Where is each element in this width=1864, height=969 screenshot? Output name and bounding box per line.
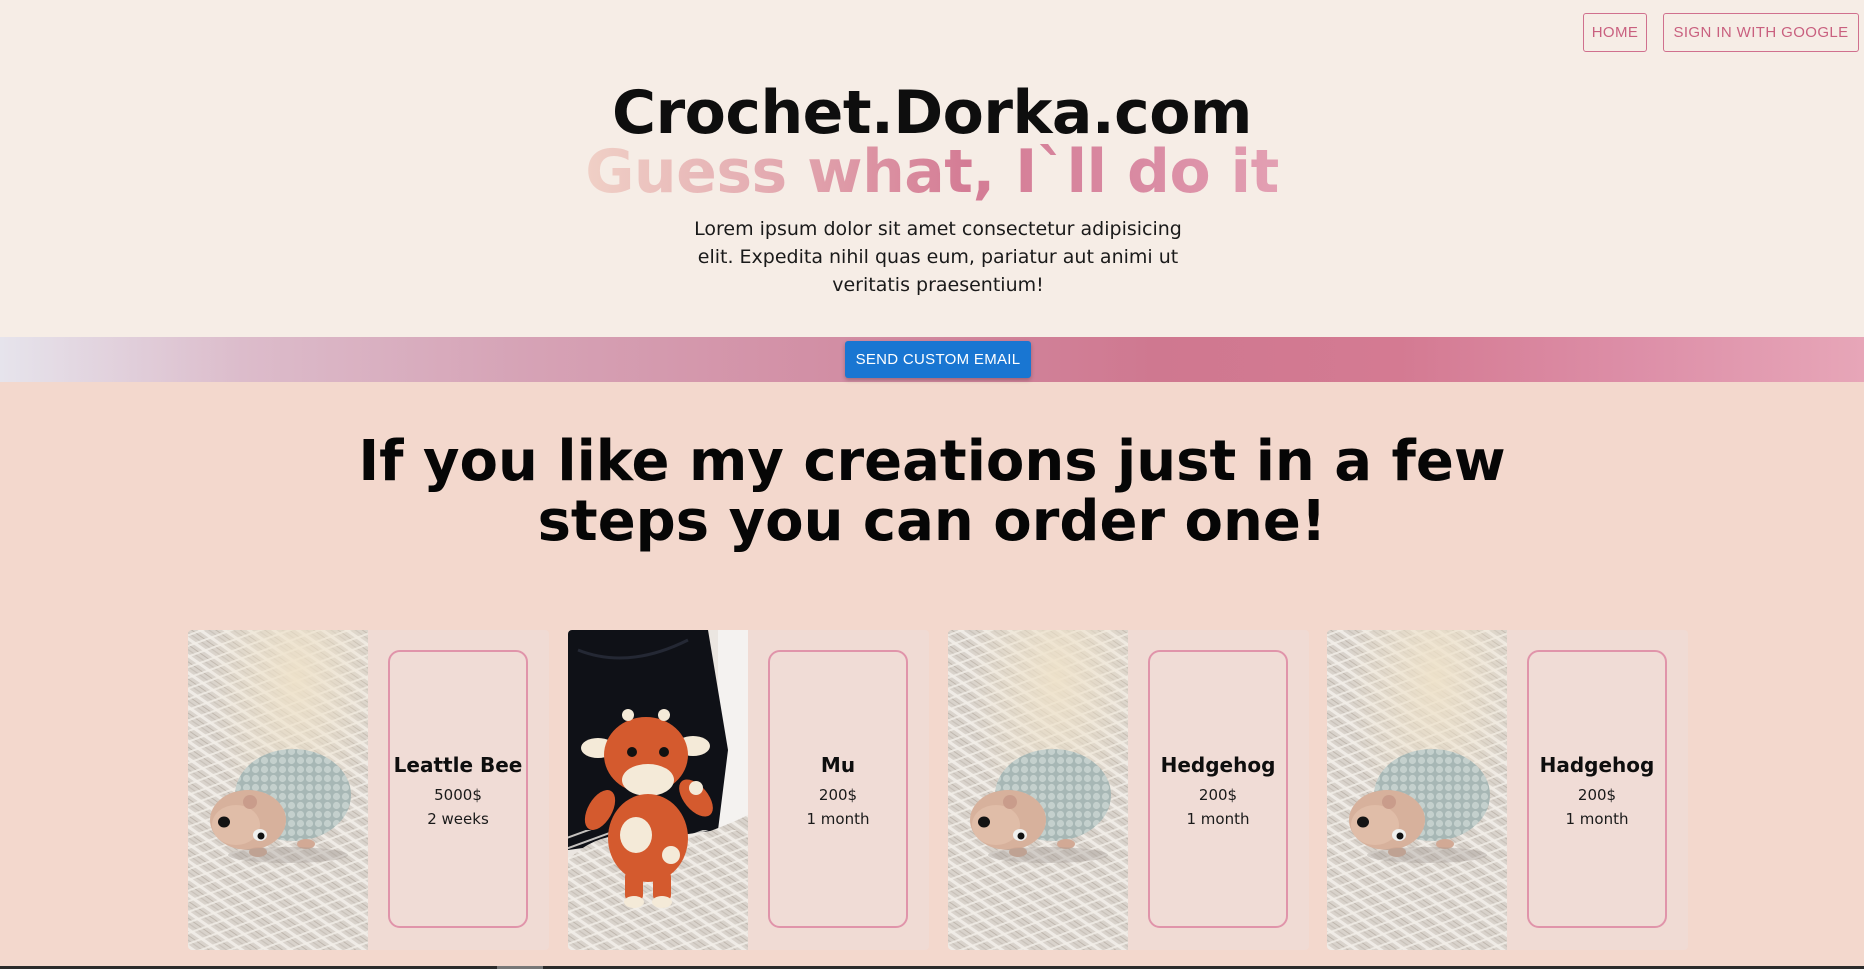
product-cards: Leattle Bee 5000$ 2 weeks Mu 200$ 1 mont… — [188, 630, 1688, 950]
product-time: 2 weeks — [427, 810, 489, 828]
product-name: Mu — [820, 753, 856, 777]
product-info: Mu 200$ 1 month — [768, 650, 908, 928]
product-price: 200$ — [818, 786, 858, 804]
hedgehog-plush-photo — [948, 630, 1128, 950]
intro-paragraph: Lorem ipsum dolor sit amet consectetur a… — [694, 218, 1182, 296]
product-info: Hadgehog 200$ 1 month — [1527, 650, 1667, 928]
order-heading: If you like my creations just in a few s… — [358, 429, 1506, 554]
product-price: 5000$ — [434, 786, 482, 804]
product-name: Leattle Bee — [393, 753, 523, 777]
product-name: Hedgehog — [1160, 753, 1276, 777]
tagline: Guess what, I`ll do it — [0, 135, 1864, 209]
hero-header: HOME SIGN IN WITH GOOGLE Crochet.Dorka.c… — [0, 0, 1864, 337]
hedgehog-plush-photo — [188, 630, 368, 950]
product-card[interactable]: Hadgehog 200$ 1 month — [1327, 630, 1688, 950]
cow-plush-photo — [568, 630, 748, 950]
product-name: Hadgehog — [1539, 753, 1655, 777]
product-info: Hedgehog 200$ 1 month — [1148, 650, 1288, 928]
home-button[interactable]: HOME — [1583, 13, 1647, 52]
product-card[interactable]: Mu 200$ 1 month — [568, 630, 929, 950]
product-card[interactable]: Hedgehog 200$ 1 month — [948, 630, 1309, 950]
product-info: Leattle Bee 5000$ 2 weeks — [388, 650, 528, 928]
product-time: 1 month — [806, 810, 870, 828]
top-nav: HOME SIGN IN WITH GOOGLE — [1583, 13, 1859, 52]
hedgehog-plush-photo — [1327, 630, 1507, 950]
product-price: 200$ — [1577, 786, 1617, 804]
product-time: 1 month — [1565, 810, 1629, 828]
send-custom-email-button[interactable]: SEND CUSTOM EMAIL — [845, 341, 1031, 378]
product-time: 1 month — [1186, 810, 1250, 828]
product-card[interactable]: Leattle Bee 5000$ 2 weeks — [188, 630, 549, 950]
tagline-text: Guess what, I`ll do it — [585, 137, 1279, 207]
product-price: 200$ — [1198, 786, 1238, 804]
sign-in-google-button[interactable]: SIGN IN WITH GOOGLE — [1663, 13, 1859, 52]
